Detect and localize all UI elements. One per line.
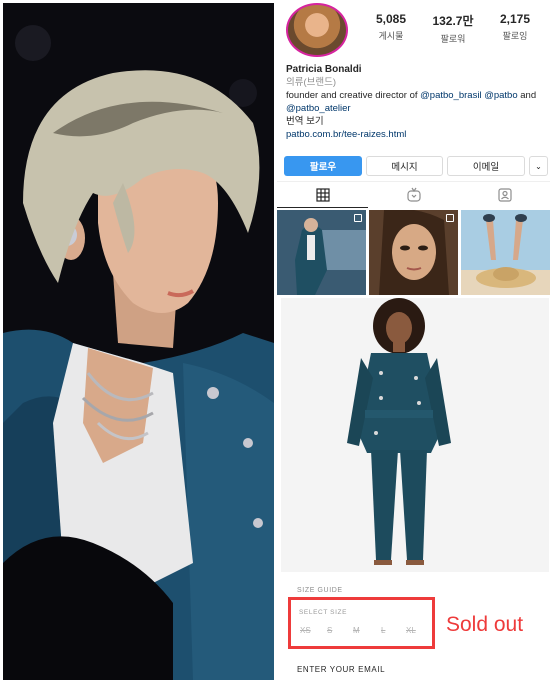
product-image [281, 298, 549, 572]
select-size-label: SELECT SIZE [299, 609, 348, 616]
tab-igtv[interactable] [368, 182, 459, 208]
size-selector-highlight: SELECT SIZE XS S M L XL [288, 597, 435, 649]
sold-out-annotation: Sold out [446, 613, 524, 636]
size-option-l[interactable]: L [381, 626, 385, 635]
performer-photo [3, 3, 274, 680]
tab-tagged[interactable] [459, 182, 550, 208]
profile-name: Patricia Bonaldi [286, 64, 362, 75]
size-guide-link[interactable]: SIZE GUIDE [297, 587, 343, 594]
size-option-m[interactable]: M [353, 626, 360, 635]
email-button[interactable]: 이메일 [447, 156, 525, 176]
message-button[interactable]: 메시지 [366, 156, 443, 176]
multi-post-icon [354, 214, 362, 222]
multi-post-icon [446, 214, 454, 222]
mention-link[interactable]: @patbo_atelier [286, 103, 351, 114]
igtv-icon [406, 187, 421, 202]
posts-label: 게시물 [378, 31, 404, 41]
enter-email-label[interactable]: ENTER YOUR EMAIL [297, 665, 385, 674]
size-option-s[interactable]: S [327, 626, 332, 635]
profile-category: 의류(브랜드) [286, 77, 337, 88]
profile-actions: 팔로우 메시지 이메일 ⌄ [284, 156, 548, 176]
profile-header: 5,085 게시물 132.7만 팔로워 2,175 팔로잉 [277, 0, 550, 60]
followers-label: 팔로워 [440, 34, 466, 44]
tab-grid[interactable] [277, 182, 368, 208]
avatar[interactable] [286, 3, 348, 57]
profile-bio: Patricia Bonaldi 의류(브랜드) founder and cre… [286, 63, 548, 141]
chevron-down-icon[interactable]: ⌄ [529, 156, 548, 176]
followers-stat[interactable]: 132.7만 팔로워 [423, 12, 483, 45]
posts-stat[interactable]: 5,085 게시물 [361, 12, 421, 42]
profile-tabs [277, 181, 550, 208]
posts-count: 5,085 [375, 12, 407, 26]
grid-icon [315, 187, 330, 202]
mention-link[interactable]: @patbo_brasil [420, 90, 481, 101]
mention-link[interactable]: @patbo [484, 90, 517, 101]
size-options: XS S M L XL [297, 626, 429, 638]
follow-button[interactable]: 팔로우 [284, 156, 362, 176]
size-option-xs[interactable]: XS [300, 626, 311, 635]
following-count: 2,175 [499, 12, 531, 26]
translate-link[interactable]: 번역 보기 [286, 115, 548, 128]
size-option-xl[interactable]: XL [406, 626, 416, 635]
following-label: 팔로잉 [502, 31, 528, 41]
website-link[interactable]: patbo.com.br/tee-raizes.html [286, 128, 548, 141]
right-column: 5,085 게시물 132.7만 팔로워 2,175 팔로잉 Patricia … [277, 0, 550, 682]
post-thumbnail[interactable] [461, 210, 550, 295]
post-thumbnail[interactable] [369, 210, 458, 295]
post-grid [277, 210, 550, 295]
bio-text: and [520, 90, 537, 101]
following-stat[interactable]: 2,175 팔로잉 [485, 12, 545, 42]
post-thumbnail[interactable] [277, 210, 366, 295]
bio-description: founder and creative director of @patbo_… [286, 89, 548, 115]
followers-count: 132.7만 [432, 14, 474, 28]
tagged-icon [497, 188, 512, 202]
bio-text: founder and creative director of [286, 90, 418, 101]
